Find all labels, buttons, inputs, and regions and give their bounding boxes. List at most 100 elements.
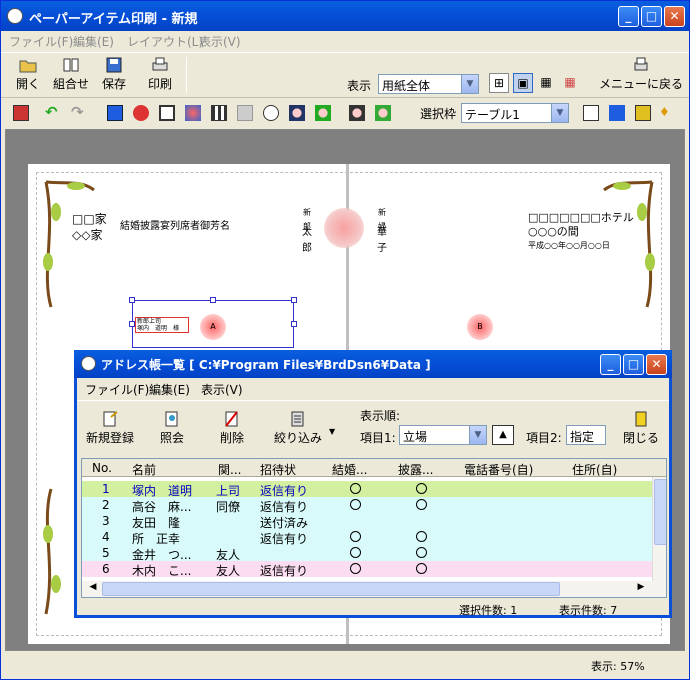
sort-ascending-button[interactable]: ▲ xyxy=(492,425,514,445)
reception-attend-icon xyxy=(416,531,427,542)
minimize-button[interactable]: _ xyxy=(600,354,621,375)
resize-handle[interactable] xyxy=(291,321,297,327)
col-invitation[interactable]: 招待状 xyxy=(260,461,296,478)
horizontal-scrollbar[interactable]: ◀ ▶ xyxy=(82,581,666,597)
sort-item1-select[interactable]: 立場 ▼ xyxy=(399,425,487,445)
seat-card[interactable]: 新郎上司 塚内 道明 様 xyxy=(135,317,189,333)
menu-edit[interactable]: 編集(E) xyxy=(73,33,114,50)
menu-back-button[interactable]: メニューに戻る xyxy=(599,57,683,92)
status-bar: 表示: 57% xyxy=(1,653,689,679)
close-list-button[interactable]: 閉じる xyxy=(621,411,661,446)
page-view-icon[interactable]: ▣ xyxy=(513,73,533,93)
table-row[interactable]: 6 木内 こ... 友人 返信有り xyxy=(82,561,652,578)
frame-icon[interactable] xyxy=(107,105,123,121)
chevron-down-icon: ▼ xyxy=(551,104,568,122)
filter-button[interactable]: 絞り込み xyxy=(273,411,323,446)
col-reception[interactable]: 披露... xyxy=(398,461,433,478)
hall-name: ○○○の間 xyxy=(528,225,579,238)
undo-icon[interactable]: ↶ xyxy=(45,105,61,121)
address-grid: No. 名前 関... 招待状 結婚... 披露... 電話番号(自) 住所(自… xyxy=(81,458,667,598)
menu-file[interactable]: ファイル(F) xyxy=(9,33,73,50)
table-row[interactable]: 2 高谷 麻... 同僚 返信有り xyxy=(82,497,652,514)
scroll-thumb[interactable] xyxy=(102,582,560,596)
lookup-button[interactable]: 照会 xyxy=(157,411,187,446)
guest-female-icon[interactable] xyxy=(315,105,331,121)
col-address[interactable]: 住所(自) xyxy=(572,461,617,478)
open-button[interactable]: 開く xyxy=(13,57,43,92)
delete-button[interactable]: 削除 xyxy=(217,411,247,446)
col-no[interactable]: No. xyxy=(92,461,112,475)
table-b-marker[interactable]: B xyxy=(467,314,493,340)
resize-handle[interactable] xyxy=(129,321,135,327)
close-button[interactable]: ✕ xyxy=(664,6,685,27)
scroll-thumb[interactable] xyxy=(654,479,666,545)
text-box-icon[interactable] xyxy=(159,105,175,121)
guest-icon[interactable] xyxy=(289,105,305,121)
maximize-button[interactable]: □ xyxy=(641,6,662,27)
row-no: 1 xyxy=(102,482,110,496)
new-entry-button[interactable]: 新規登録 xyxy=(83,411,137,446)
save-button[interactable]: 保存 xyxy=(99,57,129,92)
menu-view[interactable]: 表示(V) xyxy=(201,381,243,398)
table-row[interactable]: 3 友田 隆送付済み xyxy=(82,513,652,530)
close-button[interactable]: ✕ xyxy=(646,354,667,375)
view-select[interactable]: 用紙全体 ▼ xyxy=(378,74,479,94)
lamp-icon[interactable]: ♦ xyxy=(659,105,675,121)
round-table-icon[interactable] xyxy=(263,105,279,121)
maximize-button[interactable]: □ xyxy=(623,354,644,375)
delete-label: 削除 xyxy=(219,431,244,445)
menu-view[interactable]: 表示(V) xyxy=(199,33,241,50)
groom-name-2: 郎 xyxy=(302,243,312,254)
menu-file[interactable]: ファイル(F) xyxy=(85,381,149,398)
scroll-right-icon[interactable]: ▶ xyxy=(634,582,648,596)
resize-handle[interactable] xyxy=(129,297,135,303)
wedding-attend-icon xyxy=(350,547,361,558)
rose-decoration-icon xyxy=(324,208,364,248)
col-phone[interactable]: 電話番号(自) xyxy=(464,461,533,478)
grid-view-icon[interactable]: ⊞ xyxy=(489,73,509,93)
table-row[interactable]: 4所 正幸 返信有り xyxy=(82,529,652,546)
print-button[interactable]: 印刷 xyxy=(145,57,175,92)
resize-handle[interactable] xyxy=(291,297,297,303)
redo-icon[interactable]: ↷ xyxy=(71,105,87,121)
minimize-button[interactable]: _ xyxy=(618,6,639,27)
col-wedding[interactable]: 結婚... xyxy=(332,461,367,478)
filter-icon xyxy=(291,411,304,427)
table-view-icon[interactable]: ▦ xyxy=(537,75,555,93)
page-icon[interactable] xyxy=(609,105,625,121)
filter-label: 絞り込み xyxy=(273,431,322,445)
table-row[interactable]: 5 金井 つ... 友人 xyxy=(82,545,652,562)
menu-layout[interactable]: レイアウト(L) xyxy=(127,33,203,50)
combine-button[interactable]: 組合せ xyxy=(49,57,93,92)
book-yellow-icon[interactable] xyxy=(635,105,651,121)
exit-icon[interactable] xyxy=(13,105,29,121)
view-label: 表示 xyxy=(347,79,372,93)
barcode-icon[interactable] xyxy=(211,105,227,121)
couple-icon[interactable] xyxy=(349,105,365,121)
shape-icon[interactable] xyxy=(185,105,201,121)
list-caption: 結婚披露宴列席者御芳名 xyxy=(120,221,230,232)
col-name[interactable]: 名前 xyxy=(132,461,156,478)
resize-handle[interactable] xyxy=(210,297,216,303)
table-icon[interactable] xyxy=(237,105,253,121)
image-icon[interactable] xyxy=(133,105,149,121)
wedding-attend-icon xyxy=(350,499,361,510)
groom-name-1: 太 xyxy=(302,227,312,238)
table-a-marker[interactable]: A xyxy=(200,314,226,340)
seat-title: 新郎上司 xyxy=(137,318,162,325)
table-row[interactable]: 1 塚内 道明 上司 返信有り xyxy=(82,481,652,498)
couple-alt-icon[interactable] xyxy=(375,105,391,121)
col-relation[interactable]: 関... xyxy=(218,461,241,478)
sort-item2-select[interactable]: 指定な xyxy=(566,425,606,445)
color-view-icon[interactable]: ▦ xyxy=(561,75,579,93)
sort-item1-label: 項目1: xyxy=(360,431,396,445)
print-preview-icon[interactable] xyxy=(583,105,599,121)
chevron-down-icon[interactable]: ▼ xyxy=(329,427,335,436)
vertical-scrollbar[interactable] xyxy=(652,477,666,583)
delete-icon xyxy=(225,411,238,427)
reception-attend-icon xyxy=(416,483,427,494)
frame-select[interactable]: テーブル1 ▼ xyxy=(461,103,569,123)
menu-edit[interactable]: 編集(E) xyxy=(149,381,190,398)
shown-count: 表示件数: 7 xyxy=(559,604,618,617)
scroll-left-icon[interactable]: ◀ xyxy=(86,582,100,596)
